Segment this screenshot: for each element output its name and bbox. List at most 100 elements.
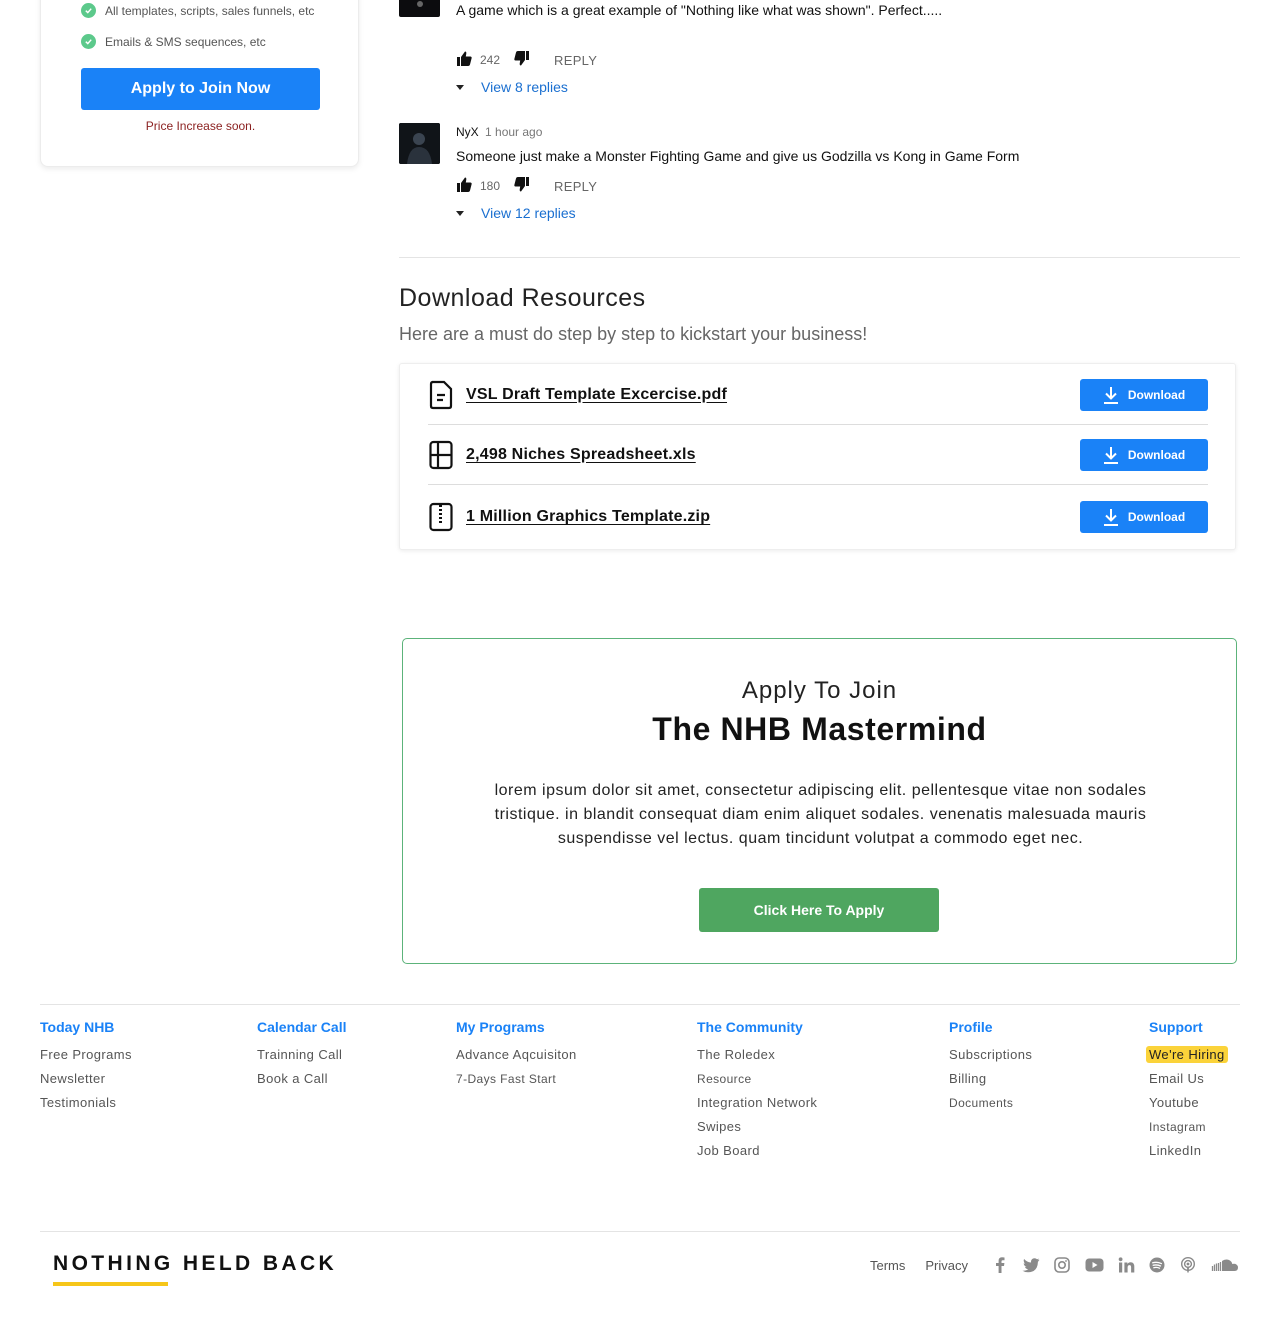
spotify-icon[interactable]: [1148, 1256, 1166, 1274]
resource-row: 2,498 Niches Spreadsheet.xls Download: [428, 425, 1208, 485]
footer-link[interactable]: Email Us: [1149, 1067, 1228, 1091]
footer-column-profile: Profile Subscriptions Billing Documents: [949, 1019, 1032, 1115]
thumbs-down-icon[interactable]: [514, 177, 530, 195]
footer-link[interactable]: Youtube: [1149, 1091, 1228, 1115]
download-button[interactable]: Download: [1080, 501, 1208, 533]
mastermind-cta: Apply To Join The NHB Mastermind lorem i…: [402, 638, 1237, 964]
footer-link[interactable]: Testimonials: [40, 1091, 132, 1115]
facebook-icon[interactable]: [991, 1256, 1009, 1274]
view-replies-label: View 12 replies: [481, 205, 576, 221]
like-count: 242: [480, 53, 501, 67]
footer-link[interactable]: Billing: [949, 1067, 1032, 1091]
footer-link[interactable]: 7-Days Fast Start: [456, 1067, 577, 1091]
podcast-icon[interactable]: [1179, 1256, 1197, 1274]
footer-link[interactable]: LinkedIn: [1149, 1139, 1228, 1163]
view-replies-toggle[interactable]: View 8 replies: [456, 79, 568, 95]
comment-text: A game which is a great example of "Noth…: [456, 2, 943, 18]
footer-column-support: Support We're Hiring Email Us Youtube In…: [1146, 1019, 1228, 1163]
price-increase-note: Price Increase soon.: [145, 119, 256, 133]
click-to-apply-button[interactable]: Click Here To Apply: [699, 888, 939, 932]
youtube-icon[interactable]: [1084, 1256, 1104, 1274]
caret-down-icon: [456, 84, 464, 90]
footer-link[interactable]: Resource: [697, 1067, 817, 1091]
privacy-link[interactable]: Privacy: [925, 1258, 968, 1273]
footer-link[interactable]: Swipes: [697, 1115, 817, 1139]
footer-link[interactable]: Newsletter: [40, 1067, 132, 1091]
document-icon: [428, 380, 454, 410]
download-button[interactable]: Download: [1080, 378, 1208, 411]
brand-underline: [53, 1282, 168, 1286]
zip-file-icon: [428, 502, 454, 532]
resource-file-link[interactable]: 2,498 Niches Spreadsheet.xls: [466, 446, 1080, 464]
spreadsheet-icon: [428, 440, 454, 470]
resources-subtitle: Here are a must do step by step to kicks…: [399, 324, 868, 344]
download-button[interactable]: Download: [1080, 438, 1208, 471]
section-divider: [399, 257, 1240, 258]
footer-link[interactable]: Integration Network: [697, 1091, 817, 1115]
footer-link[interactable]: Trainning Call: [257, 1043, 346, 1067]
footer-link[interactable]: The Roledex: [697, 1043, 817, 1067]
thumbs-up-icon[interactable]: [456, 177, 472, 195]
footer-link[interactable]: Book a Call: [257, 1067, 346, 1091]
download-icon: [1103, 446, 1118, 464]
resource-row: 1 Million Graphics Template.zip Download: [428, 487, 1208, 547]
footer-column-community: The Community The Roledex Resource Integ…: [697, 1019, 817, 1163]
mastermind-pretitle: Apply To Join: [741, 677, 898, 704]
caret-down-icon: [456, 210, 464, 216]
download-icon: [1103, 386, 1118, 404]
mastermind-description: lorem ipsum dolor sit amet, consectetur …: [494, 782, 1147, 847]
footer-link[interactable]: Job Board: [697, 1139, 817, 1163]
view-replies-label: View 8 replies: [481, 79, 568, 95]
avatar[interactable]: [399, 0, 440, 17]
soundcloud-icon[interactable]: [1210, 1256, 1240, 1274]
pricing-card: All templates, scripts, sales funnels, e…: [40, 0, 359, 167]
check-icon: [81, 3, 96, 18]
reply-button[interactable]: REPLY: [554, 53, 597, 68]
comment-author[interactable]: NyX: [456, 125, 479, 139]
footer-link[interactable]: Subscriptions: [949, 1043, 1032, 1067]
instagram-icon[interactable]: [1053, 1256, 1071, 1274]
apply-to-join-button[interactable]: Apply to Join Now: [81, 68, 320, 110]
feature-item: All templates, scripts, sales funnels, e…: [81, 3, 314, 18]
hiring-badge: We're Hiring: [1146, 1046, 1228, 1063]
feature-item: Emails & SMS sequences, etc: [81, 34, 266, 49]
feature-text: Emails & SMS sequences, etc: [105, 34, 266, 49]
footer-link[interactable]: Free Programs: [40, 1043, 132, 1067]
footer-heading[interactable]: Calendar Call: [257, 1019, 346, 1038]
footer-bottom-bar: Terms Privacy: [870, 1256, 1240, 1274]
resources-list: VSL Draft Template Excercise.pdf Downloa…: [399, 363, 1236, 550]
view-replies-toggle[interactable]: View 12 replies: [456, 205, 576, 221]
resources-title: Download Resources: [399, 284, 646, 312]
footer-column-calendar-call: Calendar Call Trainning Call Book a Call: [257, 1019, 346, 1091]
footer-divider: [40, 1004, 1240, 1005]
footer-heading[interactable]: Profile: [949, 1019, 1032, 1038]
reply-button[interactable]: REPLY: [554, 179, 597, 194]
footer-heading[interactable]: My Programs: [456, 1019, 577, 1038]
footer-heading[interactable]: Today NHB: [40, 1019, 132, 1038]
footer-heading[interactable]: Support: [1149, 1019, 1228, 1038]
footer-bottom-divider: [40, 1231, 1240, 1232]
linkedin-icon[interactable]: [1117, 1256, 1135, 1274]
comment-text: Someone just make a Monster Fighting Gam…: [456, 148, 1020, 164]
footer-column-my-programs: My Programs Advance Aqcuisiton 7-Days Fa…: [456, 1019, 577, 1091]
brand-logo[interactable]: NOTHING HELD BACK: [53, 1252, 337, 1276]
resource-file-link[interactable]: VSL Draft Template Excercise.pdf: [466, 386, 1080, 404]
footer-link[interactable]: Instagram: [1149, 1115, 1228, 1139]
footer-link[interactable]: Documents: [949, 1091, 1032, 1115]
thumbs-up-icon[interactable]: [456, 51, 472, 69]
twitter-icon[interactable]: [1022, 1256, 1040, 1274]
check-icon: [81, 34, 96, 49]
footer-link-hiring[interactable]: We're Hiring: [1146, 1043, 1228, 1067]
footer-heading[interactable]: The Community: [697, 1019, 817, 1038]
footer-column-today-nhb: Today NHB Free Programs Newsletter Testi…: [40, 1019, 132, 1115]
footer-link[interactable]: Advance Aqcuisiton: [456, 1043, 577, 1067]
avatar[interactable]: [399, 123, 440, 164]
comment-actions: 242 REPLY: [456, 51, 597, 69]
like-count: 180: [480, 179, 501, 193]
thumbs-down-icon[interactable]: [514, 51, 530, 69]
resource-file-link[interactable]: 1 Million Graphics Template.zip: [466, 508, 1080, 526]
comment-time: 1 hour ago: [485, 125, 543, 139]
feature-text: All templates, scripts, sales funnels, e…: [105, 3, 315, 18]
terms-link[interactable]: Terms: [870, 1258, 905, 1273]
comment-actions: 180 REPLY: [456, 177, 597, 195]
